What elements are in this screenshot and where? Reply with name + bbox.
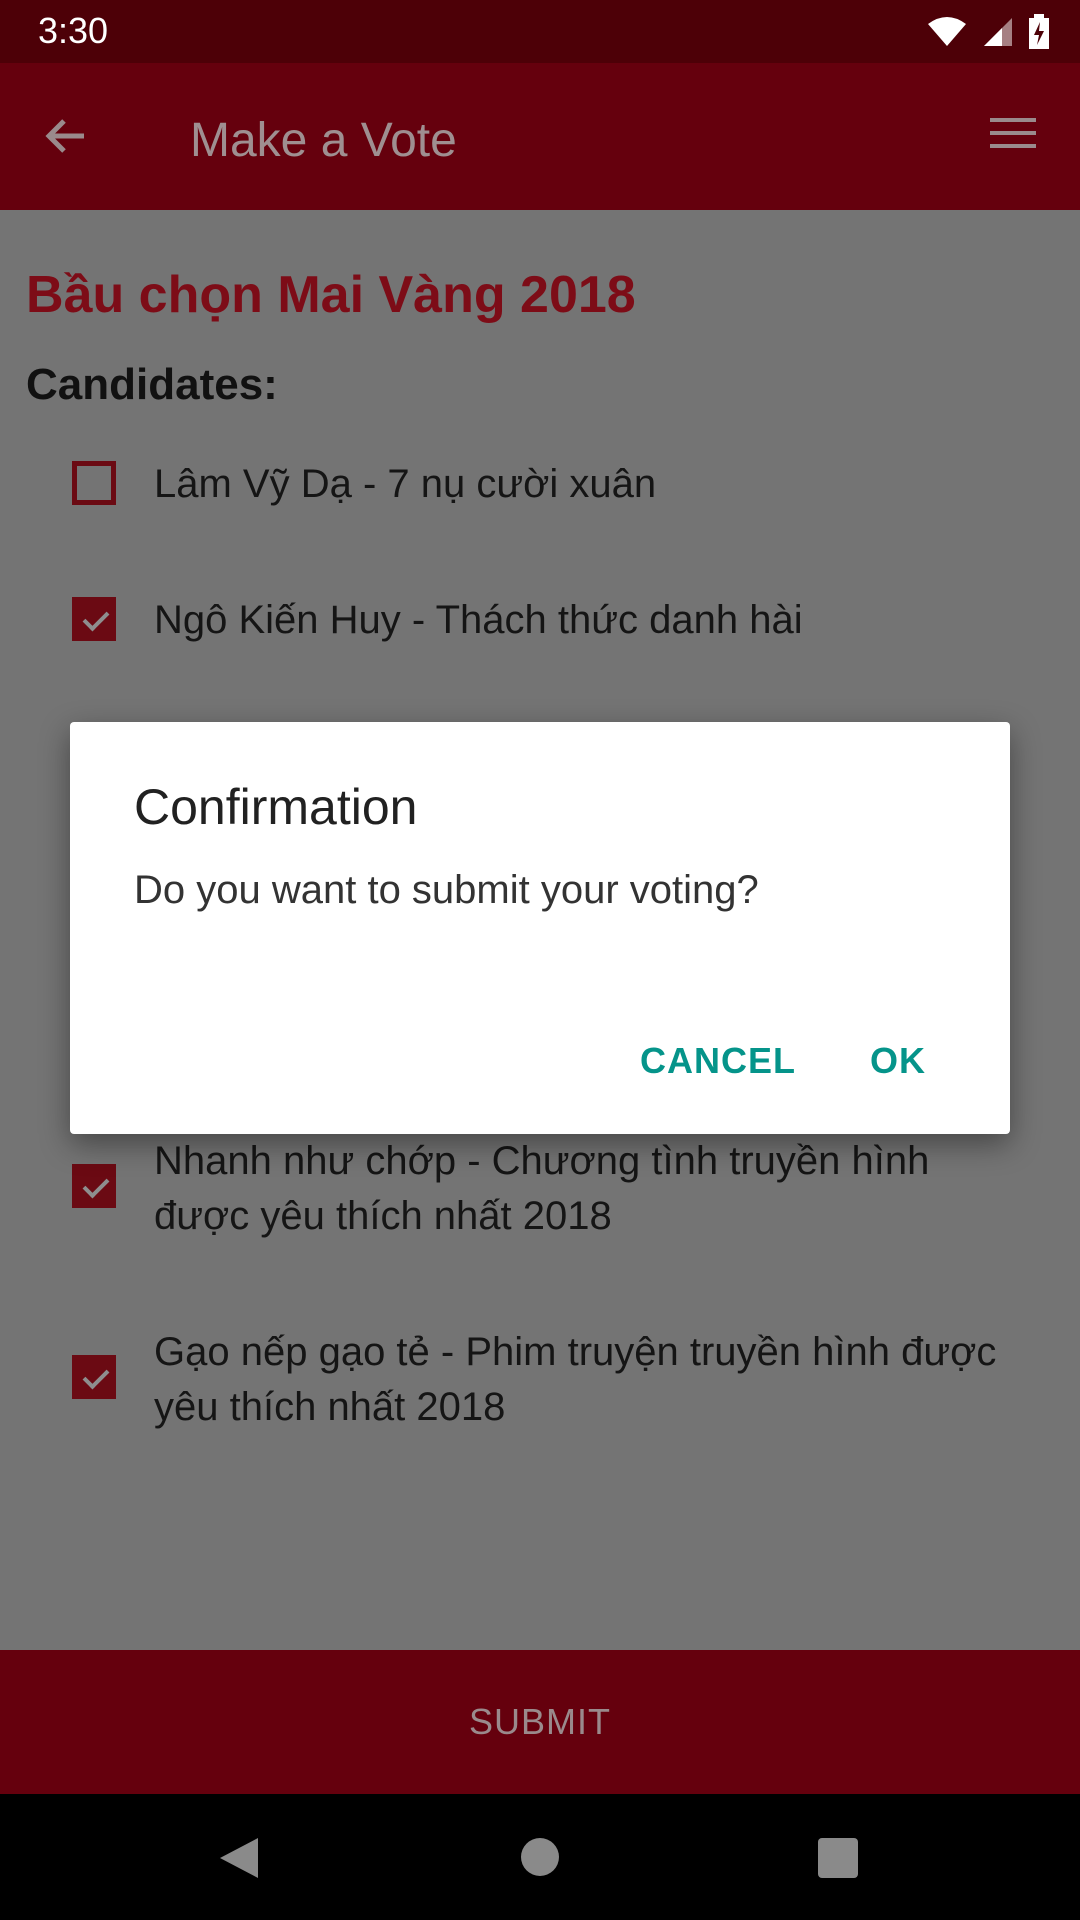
app-toolbar: Make a Vote [0, 63, 1080, 210]
submit-button[interactable]: SUBMIT [0, 1650, 1080, 1794]
back-button[interactable] [40, 111, 100, 161]
candidate-label: Gạo nếp gạo tẻ - Phim truyện truyền hình… [154, 1330, 997, 1429]
candidate-item[interactable]: Nhanh như chớp - Chương tình truyền hình… [72, 1134, 1022, 1244]
candidate-checkbox[interactable] [72, 1355, 116, 1399]
dialog-message: Do you want to submit your voting? [134, 868, 759, 912]
menu-icon [990, 118, 1036, 148]
cancel-button[interactable]: CANCEL [640, 1040, 796, 1082]
confirmation-dialog: Confirmation Do you want to submit your … [70, 722, 1010, 1134]
status-icons [926, 12, 1050, 52]
candidate-item[interactable]: Lâm Vỹ Dạ - 7 nụ cười xuân [72, 457, 1022, 512]
candidate-checkbox[interactable] [72, 597, 116, 641]
menu-button[interactable] [990, 115, 1040, 155]
candidate-item[interactable]: Ngô Kiến Huy - Thách thức danh hài [72, 593, 1022, 648]
candidate-checkbox[interactable] [72, 1164, 116, 1208]
dialog-title: Confirmation [134, 779, 418, 835]
status-bar: 3:30 [0, 0, 1080, 63]
system-nav-bar [0, 1794, 1080, 1920]
candidate-checkbox[interactable] [72, 461, 116, 505]
arrow-back-icon [45, 119, 84, 153]
candidates-label: Candidates: [26, 360, 278, 409]
nav-recents-icon[interactable] [818, 1838, 858, 1878]
poll-title: Bầu chọn Mai Vàng 2018 [26, 266, 636, 324]
candidate-label: Nhanh như chớp - Chương tình truyền hình… [154, 1139, 930, 1238]
wifi-icon [928, 17, 966, 46]
bottom-bar: SUBMIT [0, 1650, 1080, 1794]
nav-home-icon[interactable] [521, 1838, 559, 1876]
status-time: 3:30 [38, 10, 109, 51]
signal-icon [984, 18, 1012, 46]
candidate-label: Lâm Vỹ Dạ - 7 nụ cười xuân [154, 462, 657, 506]
nav-back-icon[interactable] [218, 1836, 260, 1880]
page-title: Make a Vote [190, 114, 457, 167]
battery-charging-icon [1029, 14, 1049, 49]
candidate-label: Ngô Kiến Huy - Thách thức danh hài [154, 598, 803, 642]
candidate-item[interactable]: Gạo nếp gạo tẻ - Phim truyện truyền hình… [72, 1325, 1022, 1435]
ok-button[interactable]: OK [870, 1040, 926, 1082]
